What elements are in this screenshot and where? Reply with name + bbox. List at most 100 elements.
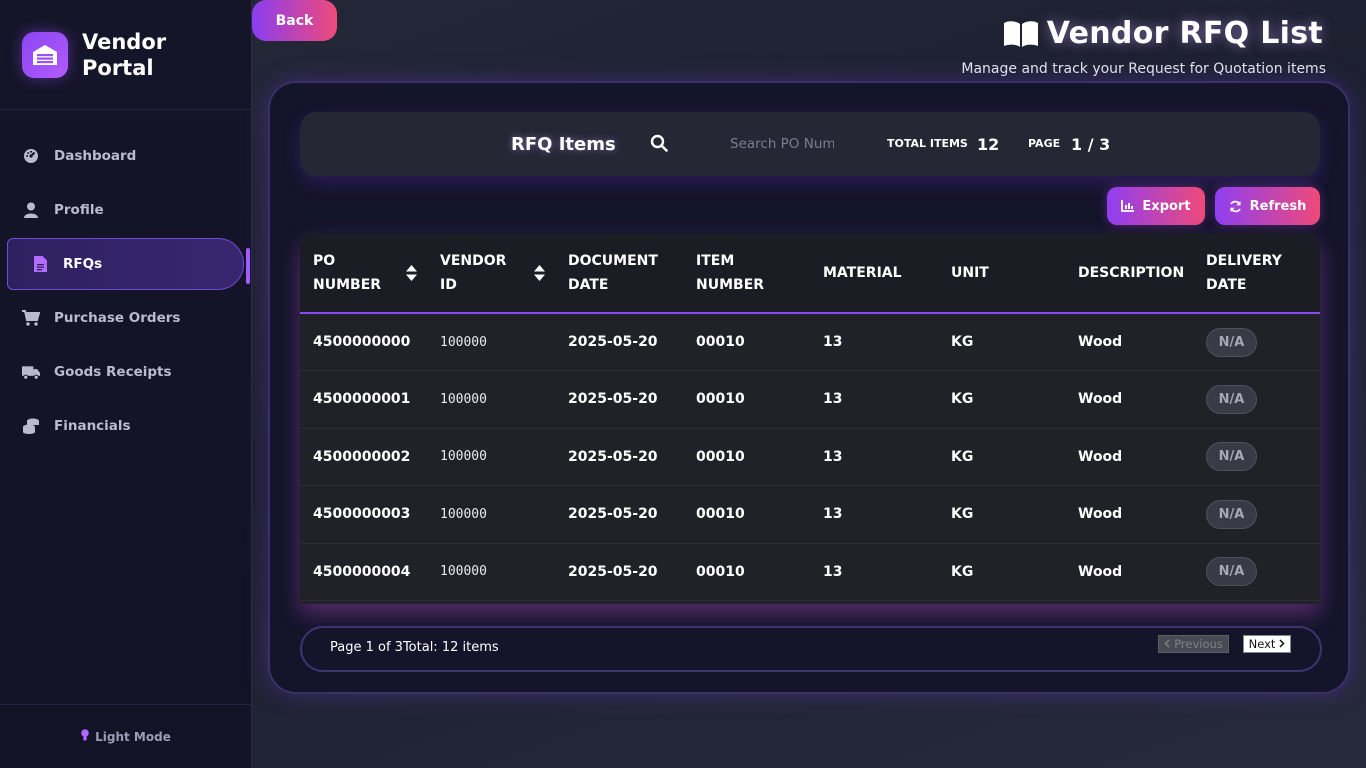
delivery-date-cell: N/A xyxy=(1193,371,1320,429)
rfq-card: RFQ Items TOTAL ITEMS 12 PAGE 1 / 3 Expo… xyxy=(268,81,1350,694)
search-input[interactable] xyxy=(730,132,834,156)
theme-toggle-label: Light Mode xyxy=(95,729,171,744)
column-header-label: DESCRIPTION xyxy=(1078,264,1185,281)
previous-button[interactable]: Previous xyxy=(1158,635,1229,653)
sidebar-item-rfqs[interactable]: RFQs xyxy=(7,238,244,290)
page-value: 1 / 3 xyxy=(1071,135,1111,154)
page-header: Vendor RFQ List Manage and track your Re… xyxy=(961,16,1326,77)
column-header-delivery-date: DELIVERY DATE xyxy=(1193,233,1320,313)
cart-icon xyxy=(22,309,40,327)
sidebar-item-purchase-orders[interactable]: Purchase Orders xyxy=(0,291,251,345)
status-badge: N/A xyxy=(1206,499,1257,529)
warehouse-icon xyxy=(22,31,68,78)
column-header-document-date: DOCUMENT DATE xyxy=(555,233,683,313)
vendor-id-cell: 100000 xyxy=(440,334,487,350)
refresh-button[interactable]: Refresh xyxy=(1215,187,1320,225)
document-date-cell: 2025-05-20 xyxy=(568,448,658,465)
user-icon xyxy=(22,201,40,219)
document-date-cell: 2025-05-20 xyxy=(568,506,658,523)
delivery-date-cell: N/A xyxy=(1193,428,1320,486)
column-header-label: DOCUMENT DATE xyxy=(568,252,658,293)
material-cell: 13 xyxy=(823,391,843,408)
column-header-label: VENDOR ID xyxy=(440,252,507,293)
page-label: PAGE xyxy=(1028,137,1061,150)
sort-icon[interactable] xyxy=(406,264,417,281)
export-button[interactable]: Export xyxy=(1107,187,1205,225)
unit-cell: KG xyxy=(951,448,974,465)
po-number-cell: 4500000001 xyxy=(313,391,411,408)
lightbulb-icon xyxy=(81,729,89,744)
vendor-id-cell: 100000 xyxy=(440,449,487,465)
table-row[interactable]: 4500000001 100000 2025-05-20 00010 13 KG… xyxy=(300,371,1320,429)
pagination: Page 1 of 3Total: 12 items Previous Next xyxy=(300,626,1322,672)
brand-name: Vendor Portal xyxy=(82,29,167,80)
brand: Vendor Portal xyxy=(0,0,251,110)
sidebar-item-dashboard[interactable]: Dashboard xyxy=(0,129,251,183)
sidebar-nav: Dashboard Profile RFQs Purchase Orders G… xyxy=(0,129,251,453)
sidebar-item-label: Dashboard xyxy=(54,148,137,164)
material-cell: 13 xyxy=(823,448,843,465)
theme-toggle[interactable]: Light Mode xyxy=(0,704,252,768)
previous-label: Previous xyxy=(1174,637,1223,651)
table-row[interactable]: 4500000002 100000 2025-05-20 00010 13 KG… xyxy=(300,428,1320,486)
unit-cell: KG xyxy=(951,334,974,350)
refresh-label: Refresh xyxy=(1249,198,1307,214)
page-subtitle: Manage and track your Request for Quotat… xyxy=(961,61,1326,77)
total-items-label: TOTAL ITEMS xyxy=(887,137,968,150)
column-header-label: ITEM NUMBER xyxy=(696,252,765,293)
document-date-cell: 2025-05-20 xyxy=(568,563,658,580)
material-cell: 13 xyxy=(823,506,843,523)
vendor-id-cell: 100000 xyxy=(440,391,487,407)
unit-cell: KG xyxy=(951,506,974,523)
refresh-icon xyxy=(1229,200,1242,213)
sidebar: Vendor Portal Dashboard Profile RFQs Pur… xyxy=(0,0,252,768)
column-header-label: UNIT xyxy=(951,264,989,281)
delivery-date-cell: N/A xyxy=(1193,543,1320,601)
active-indicator xyxy=(246,248,250,284)
truck-icon xyxy=(22,363,40,381)
sidebar-item-profile[interactable]: Profile xyxy=(0,183,251,237)
rfq-table: PO NUMBER VENDOR ID DOCUMENT DATE ITEM N… xyxy=(300,233,1320,604)
export-label: Export xyxy=(1142,198,1191,214)
total-items-value: 12 xyxy=(977,135,1000,154)
material-cell: 13 xyxy=(823,563,843,580)
dashboard-icon xyxy=(22,147,40,165)
item-number-cell: 00010 xyxy=(696,506,745,523)
column-header-item-number: ITEM NUMBER xyxy=(683,233,810,313)
column-header-po-number[interactable]: PO NUMBER xyxy=(300,233,427,313)
sidebar-item-label: Financials xyxy=(54,418,131,434)
delivery-date-cell: N/A xyxy=(1193,313,1320,371)
delivery-date-cell: N/A xyxy=(1193,486,1320,544)
table-row[interactable]: 4500000004 100000 2025-05-20 00010 13 KG… xyxy=(300,543,1320,601)
column-header-label: MATERIAL xyxy=(823,264,902,281)
next-button[interactable]: Next xyxy=(1243,635,1291,653)
page-title: Vendor RFQ List xyxy=(961,16,1323,51)
status-badge: N/A xyxy=(1206,442,1257,472)
sidebar-item-financials[interactable]: Financials xyxy=(0,399,251,453)
unit-cell: KG xyxy=(951,391,974,408)
description-cell: Wood xyxy=(1078,448,1123,465)
item-number-cell: 00010 xyxy=(696,334,745,350)
back-button[interactable]: Back xyxy=(252,0,337,41)
item-number-cell: 00010 xyxy=(696,448,745,465)
table-row[interactable]: 4500000003 100000 2025-05-20 00010 13 KG… xyxy=(300,486,1320,544)
book-icon xyxy=(1003,20,1039,48)
table-header: PO NUMBER VENDOR ID DOCUMENT DATE ITEM N… xyxy=(300,233,1320,313)
column-header-description: DESCRIPTION xyxy=(1065,233,1193,313)
item-number-cell: 00010 xyxy=(696,563,745,580)
material-cell: 13 xyxy=(823,334,843,350)
table-row[interactable]: 4500000000 100000 2025-05-20 00010 13 KG… xyxy=(300,313,1320,371)
po-number-cell: 4500000003 xyxy=(313,506,411,523)
sidebar-item-goods-receipts[interactable]: Goods Receipts xyxy=(0,345,251,399)
item-number-cell: 00010 xyxy=(696,391,745,408)
status-badge: N/A xyxy=(1206,327,1257,357)
vendor-id-cell: 100000 xyxy=(440,506,487,522)
unit-cell: KG xyxy=(951,563,974,580)
page-title-text: Vendor RFQ List xyxy=(1046,16,1323,51)
sidebar-item-label: RFQs xyxy=(63,256,103,272)
sort-icon[interactable] xyxy=(534,264,545,281)
column-header-vendor-id[interactable]: VENDOR ID xyxy=(427,233,555,313)
coins-icon xyxy=(22,417,40,435)
search-icon[interactable] xyxy=(650,134,668,156)
document-date-cell: 2025-05-20 xyxy=(568,391,658,408)
